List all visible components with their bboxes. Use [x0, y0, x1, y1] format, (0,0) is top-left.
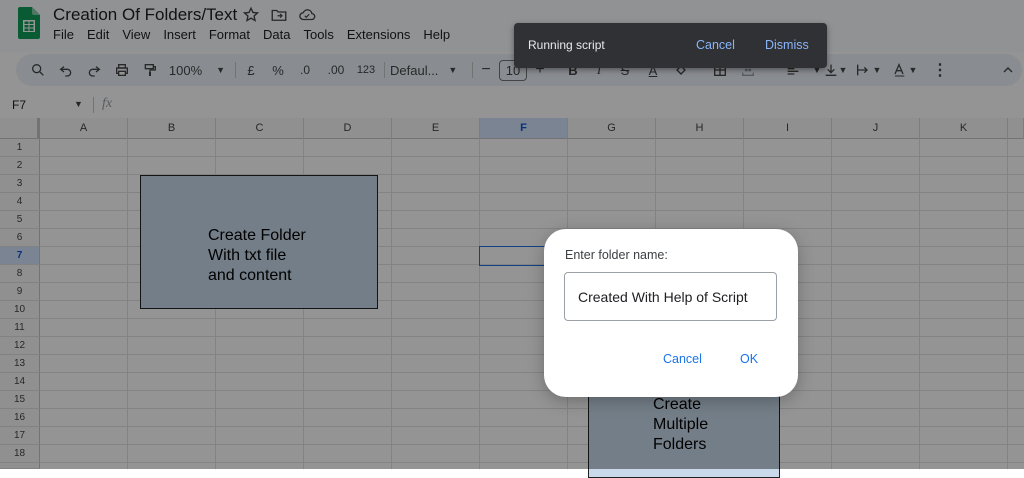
- snackbar-message: Running script: [528, 38, 605, 52]
- script-status-snackbar: Running script Cancel Dismiss: [514, 23, 827, 68]
- snackbar-dismiss-button[interactable]: Dismiss: [765, 38, 809, 52]
- dialog-ok-button[interactable]: OK: [740, 352, 758, 366]
- dialog-cancel-button[interactable]: Cancel: [663, 352, 702, 366]
- snackbar-cancel-button[interactable]: Cancel: [696, 38, 735, 52]
- folder-name-input[interactable]: [564, 272, 777, 321]
- prompt-dialog: Enter folder name: Cancel OK: [544, 229, 798, 397]
- modal-backdrop: [0, 0, 1024, 469]
- dialog-prompt-label: Enter folder name:: [565, 248, 668, 262]
